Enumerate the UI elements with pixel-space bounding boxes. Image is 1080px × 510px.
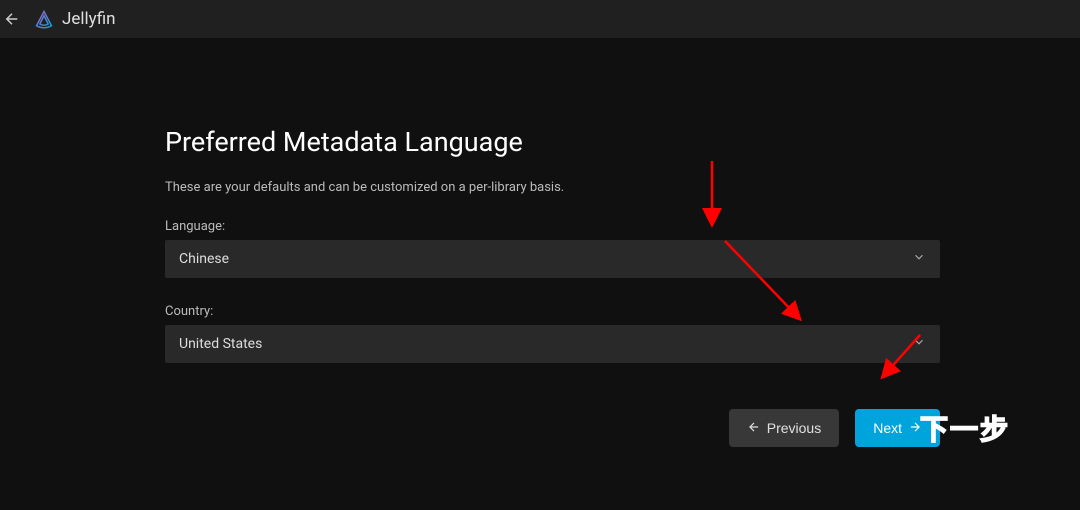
next-button[interactable]: Next xyxy=(855,409,940,447)
language-value: Chinese xyxy=(179,251,229,267)
app-name-label: Jellyfin xyxy=(62,9,116,29)
country-value: United States xyxy=(179,336,262,352)
app-header: Jellyfin xyxy=(0,0,1080,38)
wizard-button-row: Previous Next xyxy=(165,409,940,447)
arrow-left-icon xyxy=(3,10,21,28)
page-subtitle: These are your defaults and can be custo… xyxy=(165,180,775,195)
country-field-group: Country: United States xyxy=(165,304,775,363)
next-label: Next xyxy=(873,420,902,436)
page-title: Preferred Metadata Language xyxy=(165,126,775,158)
back-button[interactable] xyxy=(0,0,24,38)
previous-label: Previous xyxy=(767,420,821,436)
chevron-down-icon xyxy=(912,250,926,268)
jellyfin-logo-icon xyxy=(34,9,54,29)
app-logo: Jellyfin xyxy=(34,9,116,29)
language-label: Language: xyxy=(165,219,775,234)
chevron-down-icon xyxy=(912,335,926,353)
language-field-group: Language: Chinese xyxy=(165,219,775,278)
arrow-left-icon xyxy=(747,420,761,437)
main-content: Preferred Metadata Language These are yo… xyxy=(0,38,940,447)
previous-button[interactable]: Previous xyxy=(729,409,839,447)
country-select[interactable]: United States xyxy=(165,325,940,363)
country-label: Country: xyxy=(165,304,775,319)
arrow-right-icon xyxy=(908,420,922,437)
language-select[interactable]: Chinese xyxy=(165,240,940,278)
